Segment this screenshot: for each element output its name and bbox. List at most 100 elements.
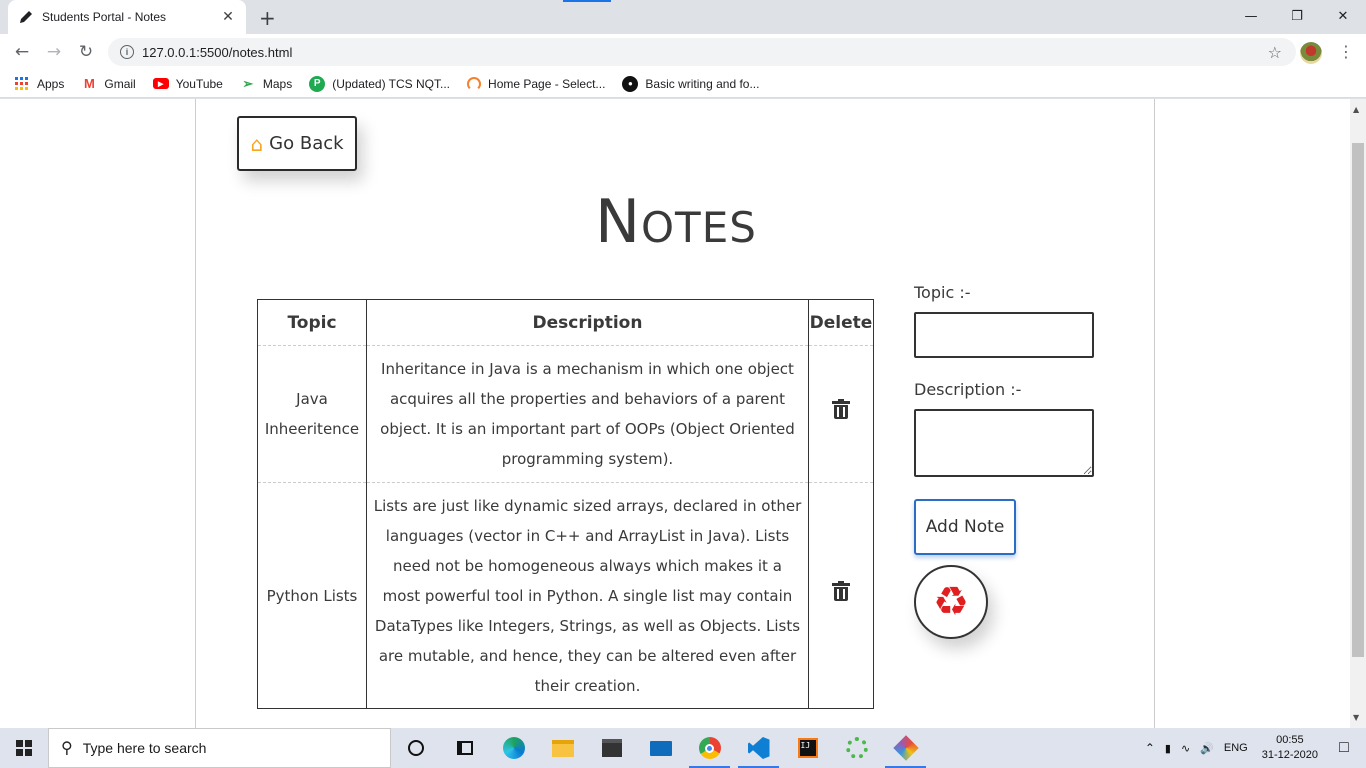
minimize-button[interactable]: — — [1228, 0, 1274, 32]
browser-tab[interactable]: Students Portal - Notes ✕ — [8, 0, 246, 34]
description-label: Description :- — [914, 380, 1022, 399]
loading-indicator — [563, 0, 611, 2]
tab-close-icon[interactable]: ✕ — [220, 9, 236, 25]
browser-tabstrip: Students Portal - Notes ✕ + — ❐ ✕ — [0, 0, 1366, 34]
page-title: Notes — [595, 187, 757, 257]
site-info-icon[interactable]: i — [120, 45, 134, 59]
notification-icon[interactable]: □ — [1330, 728, 1358, 768]
volume-icon[interactable]: 🔊 — [1200, 742, 1214, 755]
table-header-row: Topic Description Delete — [257, 299, 875, 346]
page-viewport: ⌂ Go Back Notes Topic Description Delete… — [0, 99, 1350, 728]
bookmark-apps[interactable]: Apps — [14, 76, 64, 92]
taskbar-search[interactable]: ⚲ Type here to search — [48, 728, 391, 768]
page-scrollbar[interactable]: ▲ ▼ — [1350, 99, 1366, 728]
bookmark-youtube[interactable]: ▶ YouTube — [152, 76, 223, 91]
browser-toolbar: ← → ↻ i 127.0.0.1:5500/notes.html ☆ ⋮ — [0, 34, 1366, 70]
profile-avatar[interactable] — [1300, 42, 1322, 64]
file-explorer-icon[interactable] — [538, 728, 587, 768]
bookmark-label: Maps — [262, 76, 293, 91]
select-icon — [467, 76, 482, 91]
task-view-icon[interactable] — [440, 728, 489, 768]
clock[interactable]: 00:55 31-12-2020 — [1262, 733, 1318, 763]
bookmark-label: YouTube — [175, 76, 223, 91]
bookmark-label: (Updated) TCS NQT... — [332, 76, 451, 91]
green-ring-app-icon[interactable] — [832, 728, 881, 768]
bookmark-home-page[interactable]: Home Page - Select... — [467, 76, 606, 91]
page-container: ⌂ Go Back Notes Topic Description Delete… — [195, 99, 1155, 728]
address-bar[interactable]: i 127.0.0.1:5500/notes.html ☆ — [108, 38, 1296, 66]
clock-date: 31-12-2020 — [1261, 749, 1318, 761]
delete-cell — [807, 345, 875, 483]
bookmark-tcs[interactable]: P (Updated) TCS NQT... — [309, 75, 451, 92]
git-gui-icon[interactable] — [881, 728, 930, 768]
mail-icon[interactable] — [636, 728, 685, 768]
gmail-icon: M — [83, 76, 95, 91]
recycle-icon: ♻ — [933, 579, 969, 625]
home-icon: ⌂ — [250, 131, 264, 156]
bookmarks-bar: Apps M Gmail ▶ YouTube ➢ Maps P (Updated… — [0, 70, 1366, 98]
scroll-up-arrow-icon[interactable]: ▲ — [1353, 105, 1359, 114]
bookmark-label: Home Page - Select... — [488, 76, 606, 91]
table-row: Java Inheeritence Inheritance in Java is… — [257, 345, 875, 483]
store-icon[interactable] — [587, 728, 636, 768]
tray-chevron-icon[interactable]: ⌃ — [1145, 741, 1155, 755]
edge-icon[interactable] — [489, 728, 538, 768]
bookmark-star-icon[interactable]: ☆ — [1268, 43, 1282, 62]
tcs-icon: P — [309, 75, 326, 92]
search-placeholder: Type here to search — [82, 740, 207, 756]
scroll-down-arrow-icon[interactable]: ▼ — [1353, 713, 1359, 722]
bookmark-github[interactable]: ● Basic writing and fo... — [622, 75, 760, 92]
go-back-label: Go Back — [269, 133, 344, 154]
description-textarea[interactable] — [914, 409, 1094, 477]
github-icon: ● — [622, 75, 639, 92]
close-window-button[interactable]: ✕ — [1320, 0, 1366, 32]
new-tab-button[interactable]: + — [259, 6, 276, 30]
wifi-icon[interactable]: ∿ — [1181, 742, 1190, 755]
header-topic: Topic — [257, 299, 367, 346]
clock-time: 00:55 — [1276, 734, 1304, 746]
header-description: Description — [365, 299, 809, 346]
note-description: Inheritance in Java is a mechanism in wh… — [365, 345, 809, 483]
note-topic: Python Lists — [257, 482, 367, 709]
youtube-icon: ▶ — [152, 78, 169, 89]
restore-button[interactable]: ❐ — [1274, 0, 1320, 32]
note-description: Lists are just like dynamic sized arrays… — [365, 482, 809, 709]
bookmark-gmail[interactable]: M Gmail — [81, 76, 136, 92]
start-button[interactable] — [0, 728, 48, 768]
bookmark-label: Basic writing and fo... — [645, 76, 760, 91]
intellij-icon[interactable]: IJ — [783, 728, 832, 768]
bookmark-maps[interactable]: ➢ Maps — [240, 76, 292, 92]
delete-cell — [807, 482, 875, 709]
back-arrow-icon[interactable]: ← — [10, 40, 34, 64]
battery-icon[interactable]: ▮ — [1165, 742, 1171, 755]
recycle-button[interactable]: ♻ — [914, 565, 988, 639]
maps-icon: ➢ — [242, 75, 254, 91]
notes-table: Topic Description Delete Java Inheeriten… — [257, 299, 875, 709]
add-note-form: Topic :- Description :- Add Note ♻ — [914, 283, 1104, 639]
tab-title: Students Portal - Notes — [42, 10, 167, 24]
topic-label: Topic :- — [914, 283, 971, 302]
apps-grid-icon — [14, 76, 30, 92]
trash-icon[interactable] — [831, 399, 850, 419]
system-tray: ⌃ ▮ ∿ 🔊 ENG 00:55 31-12-2020 □ — [1135, 728, 1366, 768]
vscode-icon[interactable] — [734, 728, 783, 768]
windows-logo-icon — [16, 740, 32, 756]
pencil-icon — [20, 11, 32, 23]
header-delete: Delete — [807, 299, 875, 346]
search-icon: ⚲ — [61, 740, 73, 757]
cortana-icon[interactable] — [391, 728, 440, 768]
forward-arrow-icon[interactable]: → — [42, 40, 66, 64]
menu-kebab-icon[interactable]: ⋮ — [1338, 42, 1354, 61]
go-back-button[interactable]: ⌂ Go Back — [237, 116, 357, 171]
table-row: Python Lists Lists are just like dynamic… — [257, 482, 875, 709]
scrollbar-thumb[interactable] — [1352, 143, 1364, 657]
chrome-icon[interactable] — [685, 728, 734, 768]
bookmark-label: Apps — [37, 76, 65, 91]
topic-input[interactable] — [914, 312, 1094, 358]
language-indicator[interactable]: ENG — [1224, 742, 1248, 754]
windows-taskbar: ⚲ Type here to search IJ ⌃ ▮ ∿ 🔊 ENG 00:… — [0, 728, 1366, 768]
reload-icon[interactable]: ↻ — [74, 40, 98, 64]
add-note-button[interactable]: Add Note — [914, 499, 1016, 555]
url-text: 127.0.0.1:5500/notes.html — [142, 44, 293, 60]
trash-icon[interactable] — [831, 580, 850, 601]
